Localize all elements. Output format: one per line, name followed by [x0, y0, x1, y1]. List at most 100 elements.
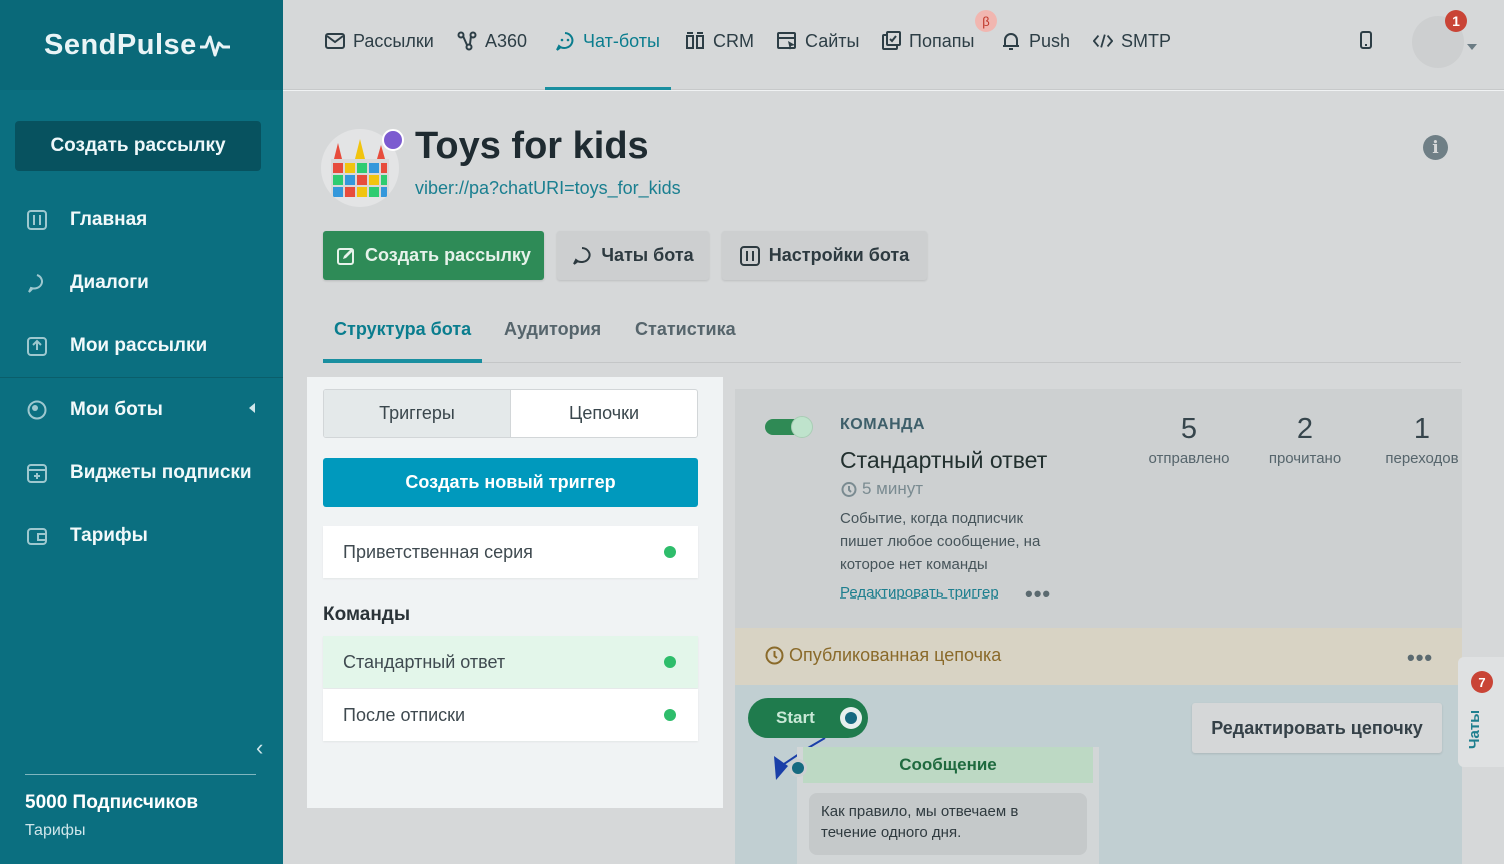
chat-bubble-icon: [572, 246, 592, 266]
command-after-unsubscribe[interactable]: После отписки: [323, 689, 698, 741]
globe-icon: [26, 399, 48, 421]
history-icon: [840, 481, 857, 498]
tab-audience[interactable]: Аудитория: [504, 319, 601, 340]
nav-label: A360: [485, 30, 528, 51]
sidebar-item-main[interactable]: Главная: [0, 188, 283, 251]
nav-label: Сайты: [805, 30, 860, 51]
button-label: Создать рассылку: [365, 245, 531, 265]
chatbot-icon: [555, 31, 575, 51]
message-node[interactable]: Сообщение Как правило, мы отвечаем в теч…: [797, 747, 1099, 864]
create-trigger-button[interactable]: Создать новый триггер: [323, 458, 698, 507]
stat-sent: 5 отправлено: [1134, 413, 1244, 467]
sidebar-nav: Главная Диалоги Мои рассылки Мои боты Ви…: [0, 188, 283, 567]
delay-text: 5 минут: [862, 479, 924, 498]
sidebar-item-widgets[interactable]: Виджеты подписки: [0, 441, 283, 504]
nav-a360[interactable]: A360: [457, 28, 527, 54]
command-default-reply[interactable]: Стандартный ответ: [323, 636, 698, 688]
trigger-welcome-series[interactable]: Приветственная серия: [323, 526, 698, 578]
chain-status: Опубликованная цепочка: [765, 645, 1001, 666]
pulse-icon: [199, 35, 230, 57]
segment-triggers[interactable]: Триггеры: [324, 390, 511, 437]
chain-options-icon[interactable]: •••: [1407, 645, 1433, 671]
nav-popups[interactable]: Попапы: [881, 28, 974, 54]
command-type-label: КОМАНДА: [840, 416, 926, 433]
sidebar-item-label: Мои рассылки: [70, 334, 208, 356]
stat-value: 2: [1296, 413, 1314, 445]
stat-label: прочитано: [1268, 450, 1342, 467]
segment-control: Триггеры Цепочки: [323, 389, 698, 438]
tariffs-link[interactable]: Тарифы: [25, 822, 85, 840]
tab-bot-structure[interactable]: Структура бота: [334, 319, 471, 340]
bot-chats-button[interactable]: Чаты бота: [557, 231, 709, 280]
chevron-down-icon[interactable]: [1467, 44, 1477, 50]
edit-trigger-link[interactable]: Редактировать триггер: [840, 584, 999, 601]
chain-status-text: Опубликованная цепочка: [789, 645, 1002, 665]
sidebar-item-label: Главная: [70, 208, 148, 230]
divider: [25, 774, 256, 775]
list-item-label: Приветственная серия: [343, 541, 533, 562]
subscribers-count: 5000 Подписчиков: [25, 792, 199, 813]
nav-label: Рассылки: [353, 30, 434, 51]
bot-url-link[interactable]: viber://pa?chatURI=toys_for_kids: [415, 178, 681, 199]
active-tab-indicator: [323, 359, 482, 363]
code-icon: [1093, 31, 1113, 51]
crm-icon: [685, 31, 705, 51]
stat-read: 2 прочитано: [1250, 413, 1360, 467]
command-description: Событие, когда подписчик пишет любое соо…: [840, 510, 1041, 573]
dashboard-icon: [26, 209, 48, 231]
settings-sliders-icon: [739, 245, 760, 266]
status-dot: [664, 546, 676, 558]
chats-side-tab[interactable]: 7 Чаты: [1458, 657, 1504, 767]
nav-label: Чат-боты: [583, 30, 660, 51]
sidebar-create-mailing-button[interactable]: Создать рассылку: [15, 121, 261, 171]
segment-chains[interactable]: Цепочки: [511, 390, 697, 437]
command-enabled-toggle[interactable]: [765, 416, 813, 438]
site-icon: [777, 31, 797, 51]
nav-smtp[interactable]: SMTP: [1093, 28, 1171, 54]
button-label: Чаты бота: [601, 245, 694, 265]
nav-label: Попапы: [909, 30, 975, 51]
sidebar: SendPulse Создать рассылку Главная Диало…: [0, 0, 283, 864]
edit-icon: [336, 246, 356, 266]
output-port[interactable]: [840, 707, 862, 729]
nav-label: CRM: [713, 30, 754, 51]
commands-heading: Команды: [323, 604, 411, 625]
notification-badge: 1: [1445, 10, 1467, 32]
nav-push[interactable]: Push: [1001, 28, 1070, 54]
create-mailing-button[interactable]: Создать рассылку: [323, 231, 544, 280]
nav-label: Push: [1029, 30, 1071, 51]
edit-chain-button[interactable]: Редактировать цепочку: [1192, 703, 1442, 753]
more-options-icon[interactable]: •••: [1025, 581, 1051, 607]
button-label: Настройки бота: [768, 245, 910, 265]
info-icon[interactable]: i: [1423, 135, 1448, 160]
list-item-label: Стандартный ответ: [343, 651, 506, 672]
stat-label: отправлено: [1148, 450, 1230, 467]
bot-settings-button[interactable]: Настройки бота: [722, 231, 927, 280]
mobile-icon[interactable]: [1359, 30, 1373, 55]
sidebar-item-my-mailings[interactable]: Мои рассылки: [0, 314, 283, 377]
command-name: Стандартный ответ: [840, 447, 1048, 473]
status-dot: [664, 656, 676, 668]
nav-chatbots[interactable]: Чат-боты: [555, 28, 660, 54]
sidebar-item-tariffs[interactable]: Тарифы: [0, 504, 283, 567]
chat-bubble-icon: [26, 272, 48, 294]
nav-mailings[interactable]: Рассылки: [325, 28, 434, 54]
chats-tab-label: Чаты: [1466, 709, 1483, 749]
collapse-sidebar-icon[interactable]: ‹: [256, 735, 263, 761]
nav-sites[interactable]: Сайты: [777, 28, 859, 54]
logo[interactable]: SendPulse: [0, 0, 283, 90]
stat-value: 5: [1180, 413, 1198, 445]
flow-start-node[interactable]: Start: [748, 698, 868, 738]
input-port[interactable]: [789, 759, 807, 777]
tab-statistics[interactable]: Статистика: [635, 319, 736, 340]
sidebar-item-dialogs[interactable]: Диалоги: [0, 251, 283, 314]
caret-left-icon: [249, 403, 255, 413]
bot-tabs: Структура бота Аудитория Статистика: [323, 311, 1461, 363]
sidebar-item-my-bots[interactable]: Мои боты: [0, 378, 283, 441]
clock-icon: [765, 646, 784, 665]
automation-icon: [457, 31, 477, 51]
status-dot: [664, 709, 676, 721]
popup-icon: [881, 31, 901, 51]
bell-icon: [1001, 31, 1021, 51]
nav-crm[interactable]: CRM: [685, 28, 754, 54]
